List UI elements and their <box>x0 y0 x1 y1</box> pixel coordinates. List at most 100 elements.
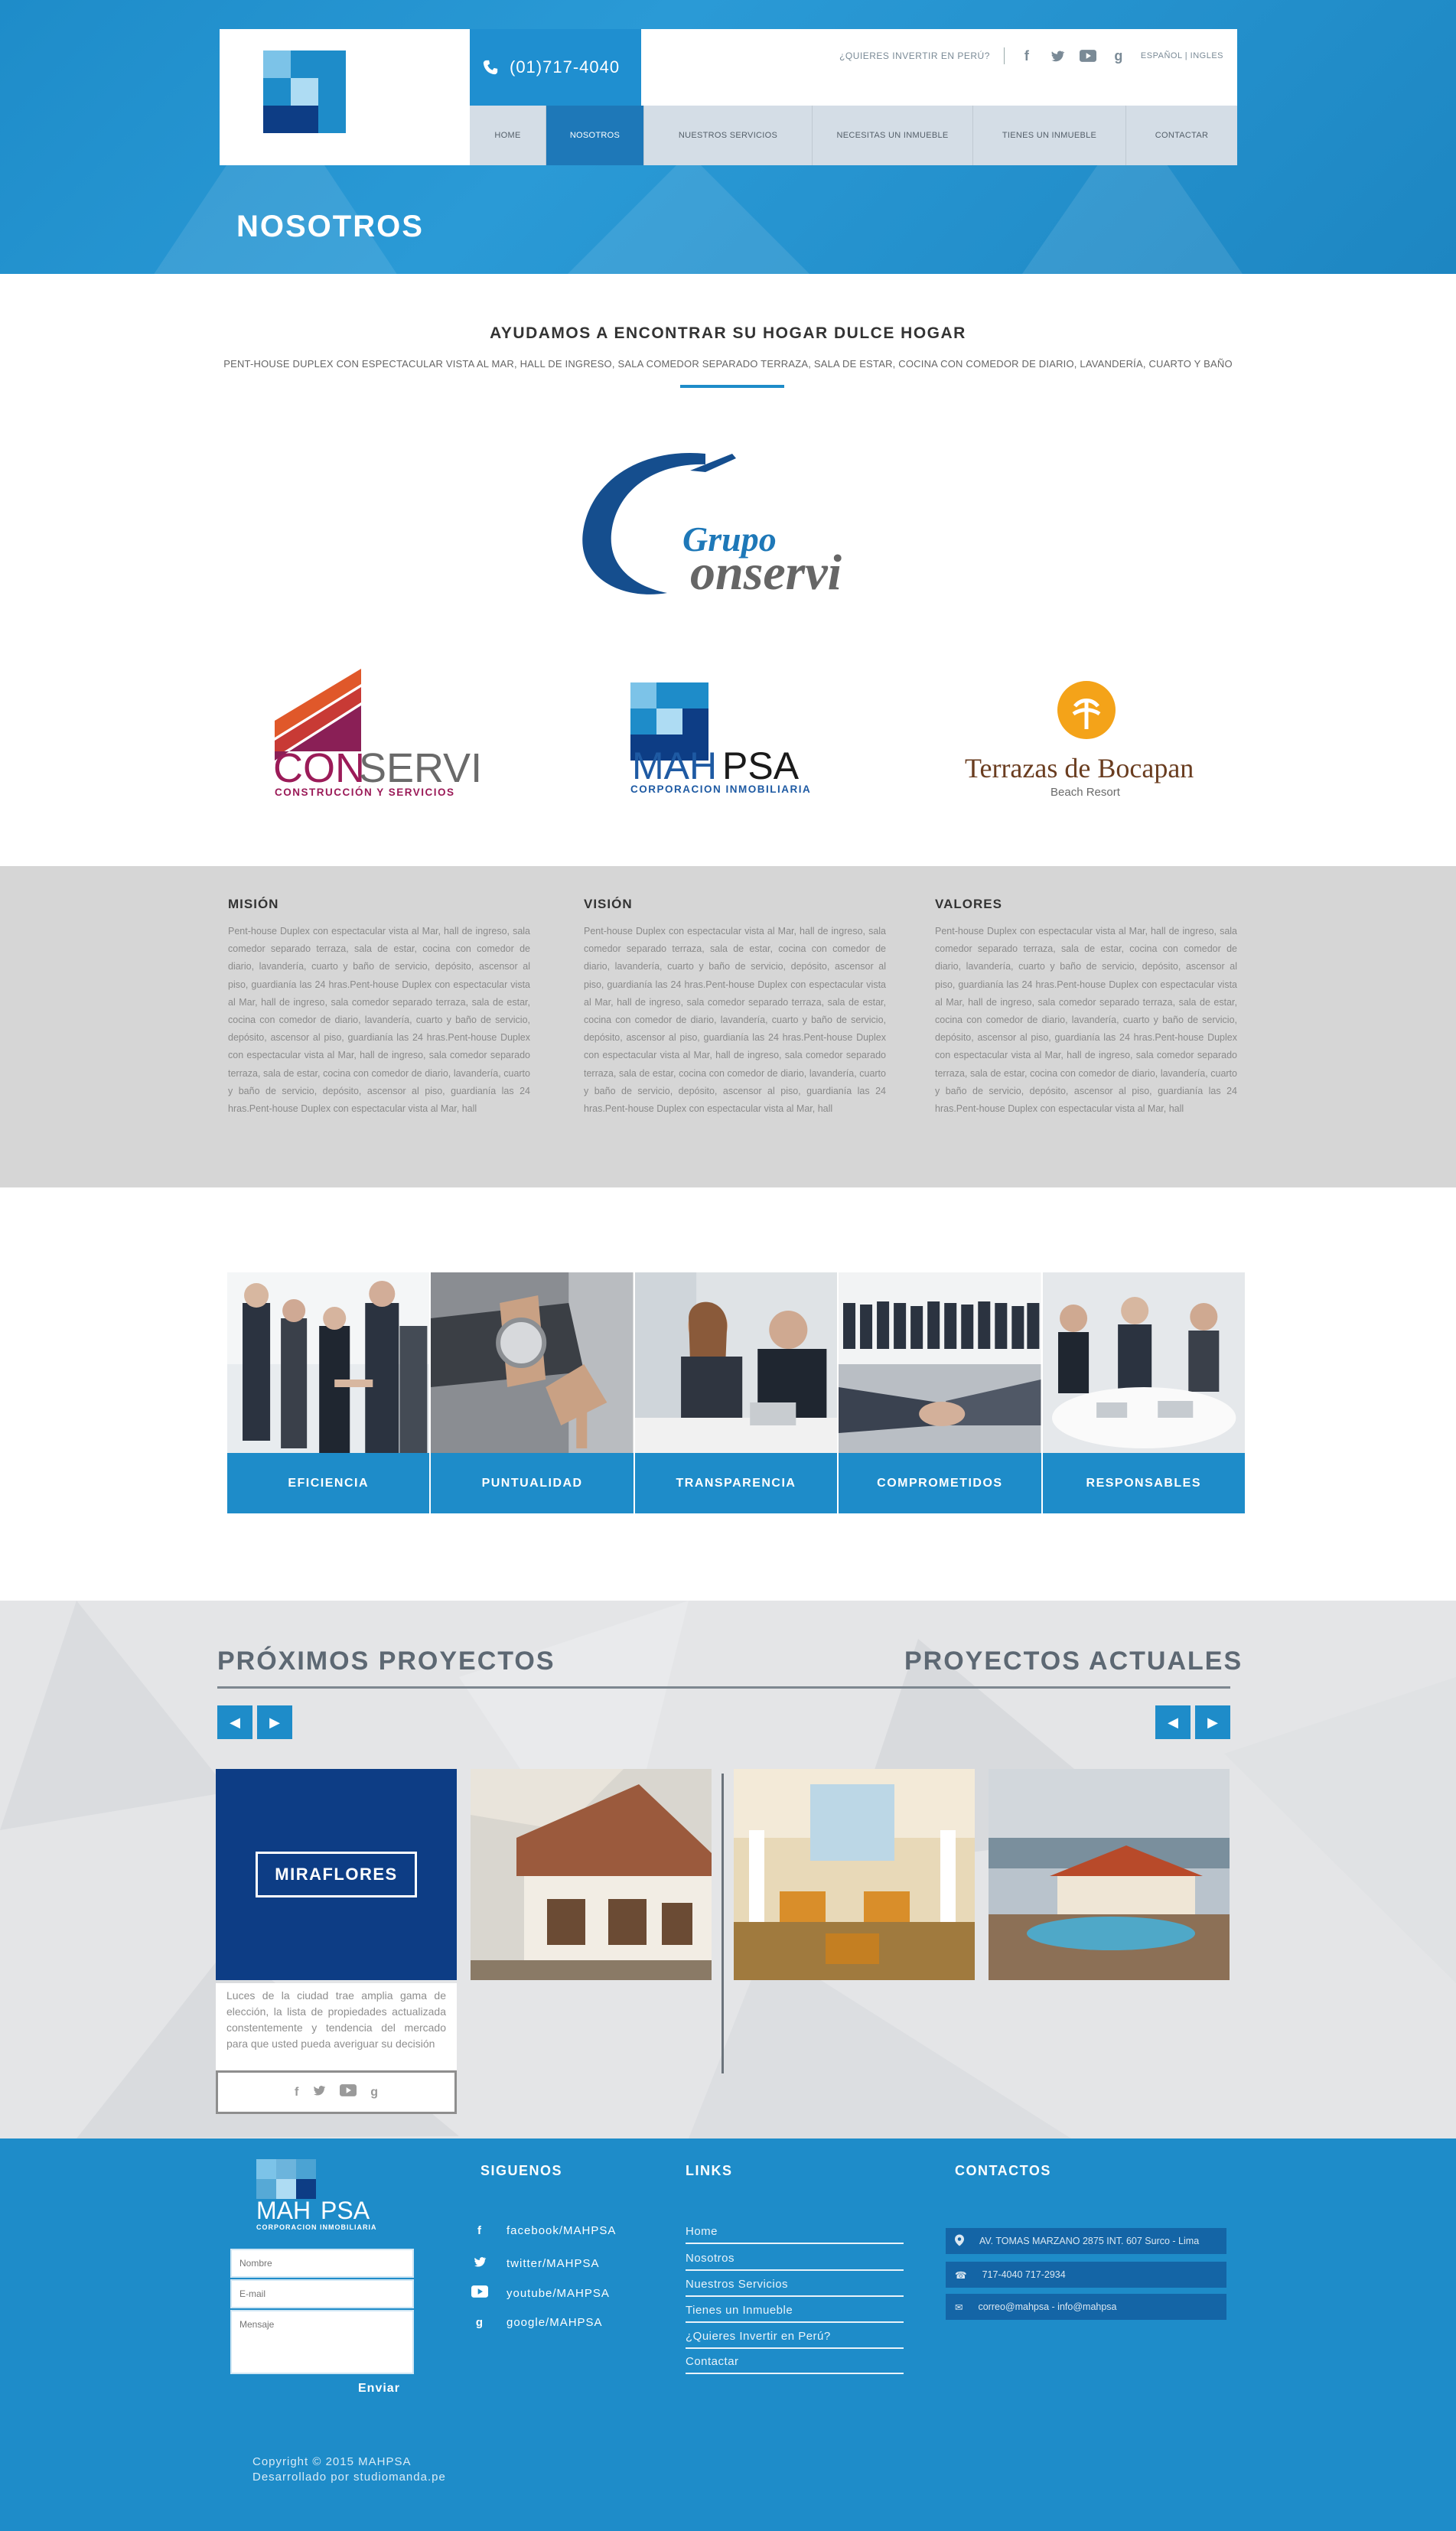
footer-twitter-link[interactable]: twitter/MAHPSA <box>471 2255 600 2272</box>
footer-logo[interactable]: MAH PSA CORPORACION INMOBILIARIA <box>255 2158 385 2234</box>
project-card-miraflores[interactable]: MIRAFLORES <box>216 1769 457 1980</box>
youtube-icon[interactable] <box>1079 47 1096 64</box>
value-tile[interactable]: TRANSPARENCIA <box>634 1272 838 1513</box>
vision-title: VISIÓN <box>584 897 633 911</box>
svg-text:SERVI: SERVI <box>359 745 482 791</box>
conservi-logo: CON SERVI CONSTRUCCIÓN Y SERVICIOS <box>273 667 487 798</box>
nav-necesitas-inmueble[interactable]: NECESITAS UN INMUEBLE <box>813 106 973 165</box>
intro-subtitle: PENT-HOUSE DUPLEX CON ESPECTACULAR VISTA… <box>223 358 1233 370</box>
nav-tienes-inmueble[interactable]: TIENES UN INMUEBLE <box>973 106 1126 165</box>
svg-text:PSA: PSA <box>321 2197 370 2224</box>
facebook-icon: f <box>477 2224 482 2237</box>
nav-home[interactable]: HOME <box>470 106 546 165</box>
name-input[interactable] <box>230 2249 414 2278</box>
youtube-icon[interactable] <box>340 2084 357 2100</box>
value-label: COMPROMETIDOS <box>839 1453 1041 1513</box>
team-handshake-photo <box>839 1272 1041 1453</box>
terrazas-logo: Terrazas de Bocapan Beach Resort <box>960 679 1220 802</box>
main-nav: HOME NOSOTROS NUESTROS SERVICIOS NECESIT… <box>470 106 1237 165</box>
svg-text:MAH: MAH <box>632 744 717 787</box>
project-card[interactable] <box>734 1769 975 1980</box>
svg-text:CONSTRUCCIÓN Y SERVICIOS: CONSTRUCCIÓN Y SERVICIOS <box>275 787 455 797</box>
mision-text: Pent-house Duplex con espectacular vista… <box>228 926 530 1115</box>
facebook-icon[interactable]: f <box>1018 47 1035 64</box>
footer-google-link[interactable]: g google/MAHPSA <box>471 2316 603 2329</box>
svg-text:Beach Resort: Beach Resort <box>1050 786 1121 799</box>
svg-text:PSA: PSA <box>722 744 800 787</box>
footer-link-invertir[interactable]: ¿Quieres Invertir en Perú? <box>686 2330 904 2349</box>
upcoming-next-arrow[interactable]: ▶ <box>257 1705 292 1739</box>
current-next-arrow[interactable]: ▶ <box>1195 1705 1230 1739</box>
google-plus-icon[interactable]: g <box>1110 47 1127 64</box>
mision-title: MISIÓN <box>228 897 279 911</box>
youtube-icon <box>471 2285 488 2301</box>
mission-vision-values: MISIÓN Pent-house Duplex con espectacula… <box>0 866 1456 1187</box>
facebook-icon[interactable]: f <box>295 2086 298 2099</box>
contact-email[interactable]: ✉ correo@mahpsa - info@mahpsa <box>946 2294 1226 2320</box>
copyright: Copyright © 2015 MAHPSA <box>252 2455 412 2468</box>
google-plus-icon[interactable]: g <box>370 2086 378 2099</box>
project-card[interactable] <box>989 1769 1230 1980</box>
twitter-icon[interactable] <box>1049 47 1066 64</box>
site-logo[interactable] <box>220 29 470 165</box>
footer-youtube-link[interactable]: youtube/MAHPSA <box>471 2285 610 2301</box>
message-textarea[interactable] <box>230 2310 414 2374</box>
miraflores-share: f g <box>216 2070 457 2114</box>
upcoming-prev-arrow[interactable]: ◀ <box>217 1705 252 1739</box>
mision-block: MISIÓN Pent-house Duplex con espectacula… <box>228 897 530 1118</box>
current-prev-arrow[interactable]: ◀ <box>1155 1705 1191 1739</box>
mahpsa-logo: MAH PSA CORPORACION INMOBILIARIA <box>629 681 828 796</box>
watch-photo <box>431 1272 634 1453</box>
invest-link[interactable]: ¿QUIERES INVERTIR EN PERÚ? <box>839 50 990 61</box>
footer-link-home[interactable]: Home <box>686 2225 904 2244</box>
nav-contactar[interactable]: CONTACTAR <box>1126 106 1237 165</box>
nav-nosotros[interactable]: NOSOTROS <box>546 106 644 165</box>
vision-text: Pent-house Duplex con espectacular vista… <box>584 926 886 1115</box>
utility-bar: ¿QUIERES INVERTIR EN PERÚ? f g ESPAÑOL |… <box>839 47 1223 64</box>
vision-block: VISIÓN Pent-house Duplex con espectacula… <box>584 897 886 1118</box>
project-restaurant-photo <box>734 1769 975 1980</box>
valores-block: VALORES Pent-house Duplex con espectacul… <box>935 897 1237 1118</box>
value-label: PUNTUALIDAD <box>431 1453 634 1513</box>
current-projects-title: PROYECTOS ACTUALES <box>904 1647 1243 1676</box>
title-underline <box>680 385 784 388</box>
footer-facebook-link[interactable]: f facebook/MAHPSA <box>471 2224 616 2237</box>
phone-banner[interactable]: (01)717-4040 <box>470 29 641 106</box>
svg-text:onservi: onservi <box>690 545 842 601</box>
upcoming-projects-title: PRÓXIMOS PROYECTOS <box>217 1647 555 1676</box>
send-button[interactable]: Enviar <box>358 2382 400 2396</box>
value-tile[interactable]: RESPONSABLES <box>1042 1272 1245 1513</box>
footer-link-nosotros[interactable]: Nosotros <box>686 2252 904 2271</box>
project-resort-photo <box>989 1769 1230 1980</box>
mail-icon: ✉ <box>955 2301 963 2313</box>
links-heading: LINKS <box>686 2163 733 2178</box>
value-tile[interactable]: PUNTUALIDAD <box>431 1272 634 1513</box>
lang-es[interactable]: ESPAÑOL <box>1141 51 1182 60</box>
value-label: RESPONSABLES <box>1042 1453 1245 1513</box>
footer-link-tienes-inmueble[interactable]: Tienes un Inmueble <box>686 2304 904 2323</box>
footer-link-contactar[interactable]: Contactar <box>686 2355 904 2374</box>
phone-icon <box>483 60 498 75</box>
nav-servicios[interactable]: NUESTROS SERVICIOS <box>644 106 813 165</box>
value-tile[interactable]: EFICIENCIA <box>227 1272 430 1513</box>
lang-en[interactable]: INGLES <box>1191 51 1223 60</box>
intro-title: AYUDAMOS A ENCONTRAR SU HOGAR DULCE HOGA… <box>490 324 966 342</box>
value-tile[interactable]: COMPROMETIDOS <box>839 1272 1041 1513</box>
hero-banner: (01)717-4040 ¿QUIERES INVERTIR EN PERÚ? … <box>0 0 1456 274</box>
meeting-photo <box>634 1272 838 1453</box>
value-label: TRANSPARENCIA <box>634 1453 838 1513</box>
values-tiles: EFICIENCIA PUNTUALIDAD TRANSPARENCIA COM… <box>227 1272 1245 1513</box>
svg-text:Terrazas de Bocapan: Terrazas de Bocapan <box>965 753 1194 783</box>
svg-text:CORPORACION INMOBILIARIA: CORPORACION INMOBILIARIA <box>630 783 811 795</box>
business-handshake-photo <box>227 1272 430 1453</box>
twitter-icon <box>471 2255 488 2272</box>
phone-icon: ☎ <box>955 2269 967 2281</box>
mahpsa-logo-icon <box>263 50 346 133</box>
developer-credit: Desarrollado por studiomanda.pe <box>252 2471 446 2484</box>
email-input[interactable] <box>230 2279 414 2308</box>
footer-link-servicios[interactable]: Nuestros Servicios <box>686 2278 904 2297</box>
page-title: NOSOTROS <box>236 210 424 243</box>
twitter-icon[interactable] <box>312 2083 326 2101</box>
project-card[interactable] <box>471 1769 712 1980</box>
value-label: EFICIENCIA <box>227 1453 430 1513</box>
